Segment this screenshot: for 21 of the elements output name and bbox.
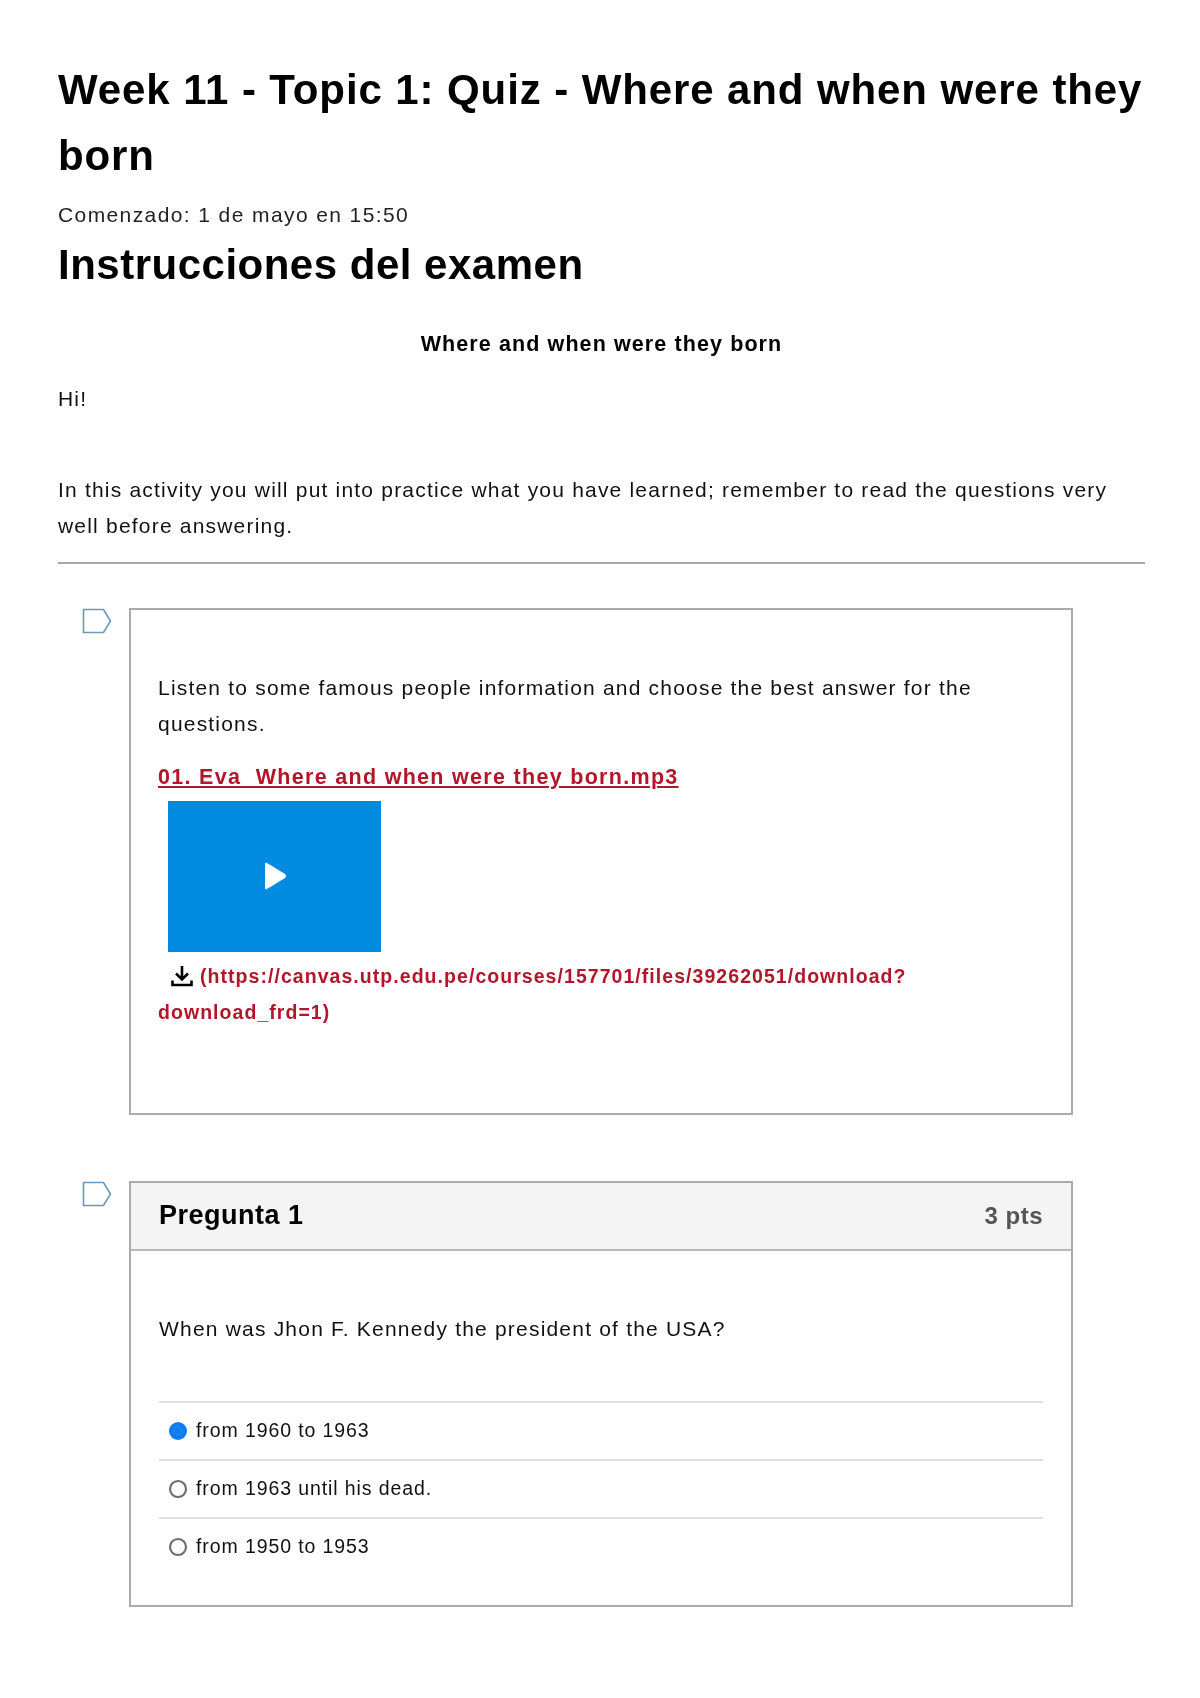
answer-text[interactable]: from 1960 to 1963 [196, 1415, 370, 1446]
radio-button[interactable] [168, 1420, 188, 1441]
question-title: Pregunta 1 [159, 1199, 304, 1233]
flag-icon[interactable] [82, 1180, 112, 1207]
instructions-text: In this activity you will put into practice what you have learned; remember to read the questions very well before answering. [58, 476, 1109, 539]
quiz-title: Week 11 - Topic 1: Quiz - Where and when were they born [58, 65, 1144, 181]
points-label: 3 pts [984, 1200, 1043, 1231]
question-text: When was Jhon F. Kennedy the president of the USA? [159, 1315, 727, 1342]
flag-icon[interactable] [82, 607, 112, 634]
download-link[interactable]: (https://canvas.utp.edu.pe/courses/157701/files/39262051/download?download_frd=1) [158, 957, 1041, 1030]
answer-text[interactable]: from 1950 to 1953 [196, 1531, 370, 1562]
question-text: Listen to some famous people information and choose the best answer for the questions. [158, 674, 973, 737]
download-icon[interactable] [170, 963, 194, 988]
file-link[interactable]: 01. Eva Where and when were they born.mp3 [158, 764, 679, 789]
radio-button[interactable] [168, 1478, 188, 1499]
started-date: Comenzado: 1 de mayo en 15:50 [58, 202, 411, 228]
instructions-text: Hi! [58, 385, 89, 412]
answer-text[interactable]: from 1963 until his dead. [196, 1473, 433, 1504]
section-heading: Instrucciones del examen [58, 240, 585, 291]
radio-button[interactable] [168, 1536, 188, 1557]
instructions-subtitle: Where and when were they born [419, 330, 784, 358]
